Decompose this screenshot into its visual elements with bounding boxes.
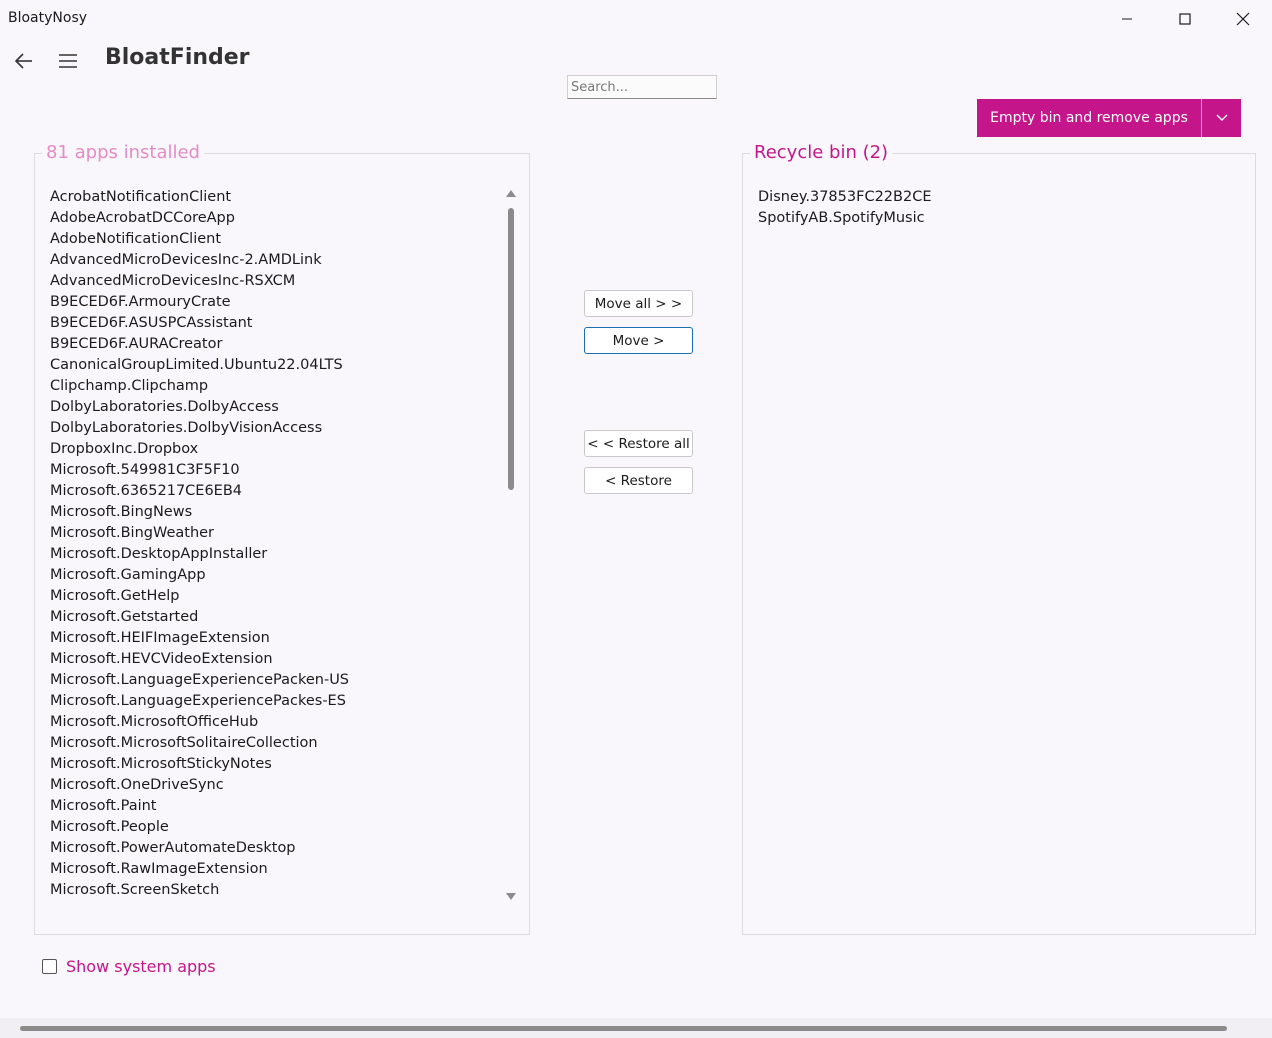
list-item[interactable]: SpotifyAB.SpotifyMusic bbox=[758, 208, 931, 229]
list-item[interactable]: Microsoft.DesktopAppInstaller bbox=[50, 544, 349, 565]
restore-button[interactable]: < Restore bbox=[584, 467, 693, 494]
move-button[interactable]: Move > bbox=[584, 327, 693, 354]
list-item[interactable]: Microsoft.BingNews bbox=[50, 502, 349, 523]
page-title: BloatFinder bbox=[105, 45, 250, 70]
installed-apps-count: 81 apps installed bbox=[42, 142, 204, 163]
list-item[interactable]: DolbyLaboratories.DolbyAccess bbox=[50, 397, 349, 418]
empty-bin-remove-apps-button[interactable]: Empty bin and remove apps bbox=[977, 99, 1202, 137]
restore-all-button[interactable]: < < Restore all bbox=[584, 430, 693, 457]
installed-apps-list[interactable]: AcrobatNotificationClient AdobeAcrobatDC… bbox=[50, 187, 349, 901]
list-item[interactable]: Microsoft.PowerAutomateDesktop bbox=[50, 838, 349, 859]
scroll-up-arrow-icon[interactable] bbox=[506, 190, 516, 197]
list-item[interactable]: Microsoft.GamingApp bbox=[50, 565, 349, 586]
horizontal-scrollbar[interactable] bbox=[0, 1018, 1272, 1038]
list-item[interactable]: AcrobatNotificationClient bbox=[50, 187, 349, 208]
list-item[interactable]: CanonicalGroupLimited.Ubuntu22.04LTS bbox=[50, 355, 349, 376]
maximize-icon bbox=[1179, 13, 1191, 25]
list-item[interactable]: B9ECED6F.AURACreator bbox=[50, 334, 349, 355]
back-arrow-icon bbox=[14, 53, 32, 69]
show-system-apps-checkbox[interactable] bbox=[42, 959, 57, 974]
installed-apps-group: 81 apps installed AcrobatNotificationCli… bbox=[34, 142, 530, 935]
list-item[interactable]: Microsoft.GetHelp bbox=[50, 586, 349, 607]
chevron-down-icon bbox=[1216, 114, 1227, 121]
list-item[interactable]: AdobeAcrobatDCCoreApp bbox=[50, 208, 349, 229]
window-title: BloatyNosy bbox=[8, 10, 88, 26]
list-item[interactable]: Microsoft.HEIFImageExtension bbox=[50, 628, 349, 649]
list-item[interactable]: Microsoft.6365217CE6EB4 bbox=[50, 481, 349, 502]
minimize-icon bbox=[1122, 18, 1132, 20]
list-item[interactable]: Microsoft.Paint bbox=[50, 796, 349, 817]
list-item[interactable]: AdobeNotificationClient bbox=[50, 229, 349, 250]
split-dropdown-button[interactable] bbox=[1202, 99, 1241, 137]
list-item[interactable]: Microsoft.People bbox=[50, 817, 349, 838]
hamburger-menu-button[interactable] bbox=[52, 46, 84, 76]
list-item[interactable]: Microsoft.Getstarted bbox=[50, 607, 349, 628]
recycle-bin-title: Recycle bin (2) bbox=[750, 142, 893, 163]
close-icon bbox=[1236, 12, 1250, 26]
hamburger-icon bbox=[59, 54, 77, 68]
recycle-bin-group: Recycle bin (2) Disney.37853FC22B2CE Spo… bbox=[742, 142, 1256, 935]
empty-bin-split-button: Empty bin and remove apps bbox=[977, 99, 1241, 137]
list-item[interactable]: Microsoft.ScreenSketch bbox=[50, 880, 349, 901]
search-input[interactable] bbox=[567, 75, 717, 99]
list-item[interactable]: AdvancedMicroDevicesInc-2.AMDLink bbox=[50, 250, 349, 271]
list-item[interactable]: Microsoft.MicrosoftStickyNotes bbox=[50, 754, 349, 775]
recycle-bin-list[interactable]: Disney.37853FC22B2CE SpotifyAB.SpotifyMu… bbox=[758, 187, 931, 229]
list-item[interactable]: B9ECED6F.ASUSPCAssistant bbox=[50, 313, 349, 334]
list-item[interactable]: Microsoft.549981C3F5F10 bbox=[50, 460, 349, 481]
move-all-button[interactable]: Move all > > bbox=[584, 290, 693, 317]
show-system-apps-option[interactable]: Show system apps bbox=[42, 957, 216, 976]
show-system-apps-label[interactable]: Show system apps bbox=[66, 957, 216, 976]
maximize-button[interactable] bbox=[1156, 0, 1214, 38]
scroll-down-arrow-icon[interactable] bbox=[506, 893, 516, 900]
horizontal-scroll-thumb[interactable] bbox=[20, 1026, 1227, 1031]
list-item[interactable]: Microsoft.BingWeather bbox=[50, 523, 349, 544]
installed-list-scrollbar[interactable] bbox=[505, 190, 517, 900]
list-item[interactable]: Microsoft.HEVCVideoExtension bbox=[50, 649, 349, 670]
list-item[interactable]: Microsoft.MicrosoftOfficeHub bbox=[50, 712, 349, 733]
list-item[interactable]: Disney.37853FC22B2CE bbox=[758, 187, 931, 208]
list-item[interactable]: AdvancedMicroDevicesInc-RSXCM bbox=[50, 271, 349, 292]
list-item[interactable]: Clipchamp.Clipchamp bbox=[50, 376, 349, 397]
list-item[interactable]: Microsoft.RawImageExtension bbox=[50, 859, 349, 880]
list-item[interactable]: DolbyLaboratories.DolbyVisionAccess bbox=[50, 418, 349, 439]
scroll-thumb[interactable] bbox=[508, 208, 514, 490]
close-button[interactable] bbox=[1214, 0, 1272, 38]
list-item[interactable]: Microsoft.LanguageExperiencePacken-US bbox=[50, 670, 349, 691]
title-bar: BloatyNosy bbox=[0, 0, 1272, 38]
minimize-button[interactable] bbox=[1098, 0, 1156, 38]
list-item[interactable]: B9ECED6F.ArmouryCrate bbox=[50, 292, 349, 313]
list-item[interactable]: Microsoft.OneDriveSync bbox=[50, 775, 349, 796]
list-item[interactable]: Microsoft.MicrosoftSolitaireCollection bbox=[50, 733, 349, 754]
list-item[interactable]: DropboxInc.Dropbox bbox=[50, 439, 349, 460]
list-item[interactable]: Microsoft.LanguageExperiencePackes-ES bbox=[50, 691, 349, 712]
back-button[interactable] bbox=[8, 46, 40, 76]
